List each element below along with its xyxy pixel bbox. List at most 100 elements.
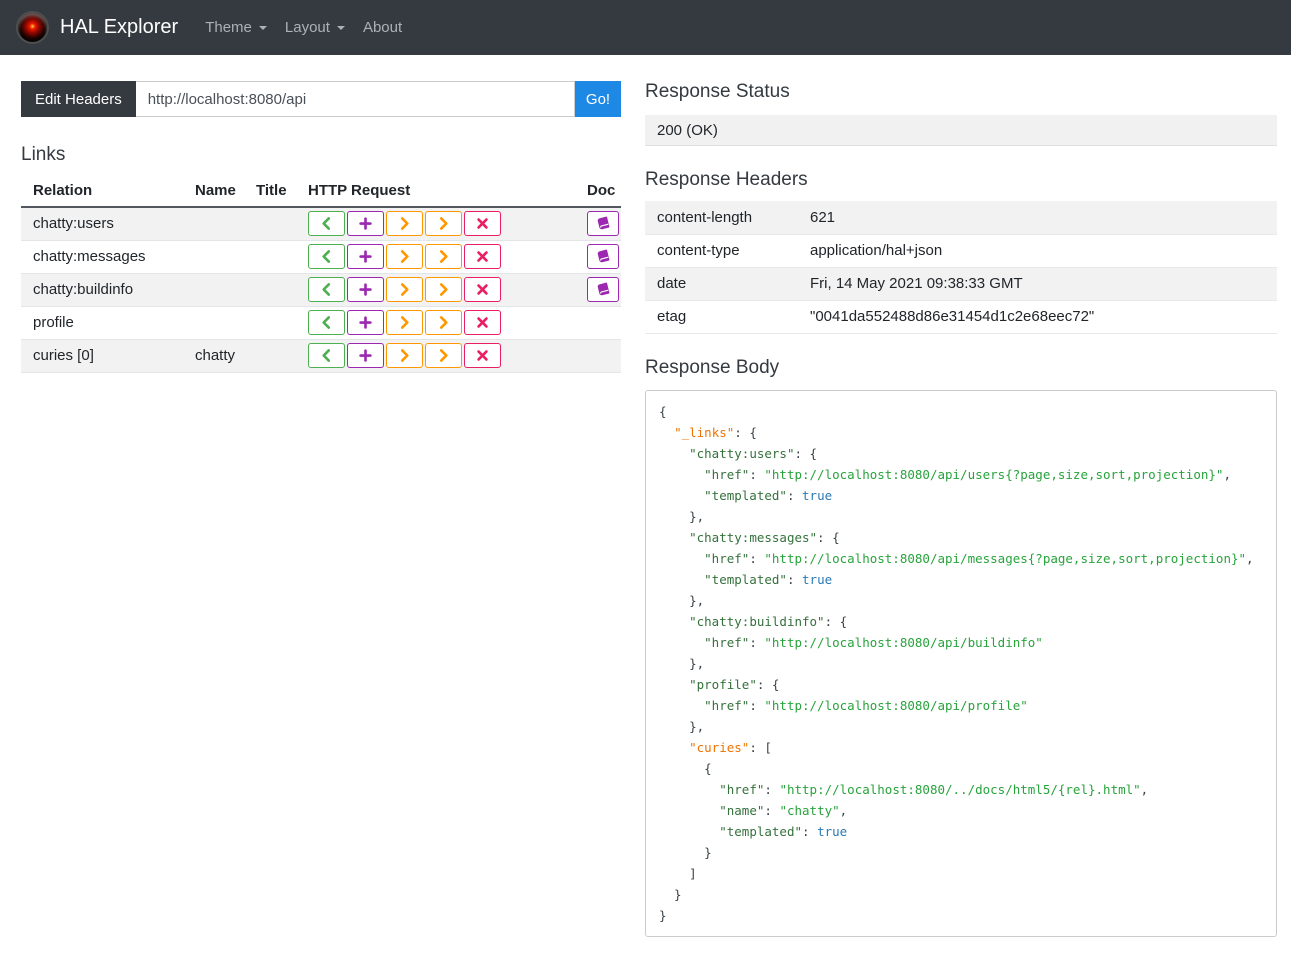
http-get-button[interactable] [308, 277, 345, 302]
name-cell [183, 272, 244, 306]
http-post-button[interactable] [347, 211, 384, 237]
chevron-right-icon [436, 216, 451, 231]
http-post-button[interactable] [347, 277, 384, 302]
edit-headers-button[interactable]: Edit Headers [21, 81, 136, 117]
http-put-button[interactable] [386, 277, 423, 302]
chevron-right-icon [436, 315, 451, 330]
header-row: content-type application/hal+json [645, 234, 1277, 268]
x-icon [475, 216, 490, 231]
http-post-button[interactable] [347, 310, 384, 335]
url-input[interactable] [135, 81, 575, 117]
http-post-button[interactable] [347, 244, 384, 269]
x-icon [475, 249, 490, 264]
http-post-button[interactable] [347, 343, 384, 368]
response-status-title: Response Status [645, 81, 790, 102]
chevron-right-icon [397, 315, 412, 330]
chevron-right-icon [397, 249, 412, 264]
http-patch-button[interactable] [425, 277, 462, 302]
chevron-down-icon [336, 25, 345, 30]
plus-icon [358, 249, 373, 264]
hal-9000-logo-icon [16, 11, 49, 44]
book-icon [596, 282, 611, 297]
column-header-name: Name [183, 175, 244, 208]
http-get-button[interactable] [308, 211, 345, 237]
response-status-value: 200 (OK) [645, 115, 1277, 146]
go-button[interactable]: Go! [575, 81, 621, 117]
nav-item-about[interactable]: About [354, 11, 411, 44]
doc-button[interactable] [587, 211, 619, 237]
doc-button[interactable] [587, 277, 619, 302]
brand-title: HAL Explorer [60, 16, 179, 38]
plus-icon [358, 315, 373, 330]
http-get-button[interactable] [308, 244, 345, 269]
chevron-right-icon [397, 348, 412, 363]
chevron-left-icon [319, 315, 334, 330]
links-table-header-row: Relation Name Title HTTP Request Doc [21, 175, 621, 208]
chevron-left-icon [319, 282, 334, 297]
nav-item-theme[interactable]: Theme [196, 11, 276, 44]
x-icon [475, 282, 490, 297]
doc-cell [575, 206, 621, 240]
response-panel: Response Status 200 (OK) Response Header… [645, 81, 1277, 937]
http-request-cell [296, 305, 575, 339]
nav-item-layout[interactable]: Layout [276, 11, 354, 44]
relation-cell: profile [21, 305, 183, 339]
url-bar: Edit Headers Go! [21, 81, 621, 117]
http-delete-button[interactable] [464, 310, 501, 335]
http-get-button[interactable] [308, 310, 345, 335]
header-row: etag "0041da552488d86e31454d1c2e68eec72" [645, 300, 1277, 334]
http-delete-button[interactable] [464, 244, 501, 269]
chevron-right-icon [397, 216, 412, 231]
table-row: profile [21, 305, 621, 339]
response-headers-table: content-length 621 content-type application… [645, 201, 1277, 334]
column-header-title: Title [244, 175, 296, 208]
table-row: chatty:messages [21, 239, 621, 273]
request-panel: Edit Headers Go! Links Relation Name Tit… [21, 81, 621, 373]
http-request-cell [296, 272, 575, 306]
plus-icon [358, 282, 373, 297]
http-delete-button[interactable] [464, 277, 501, 302]
doc-button[interactable] [587, 244, 619, 269]
http-put-button[interactable] [386, 343, 423, 368]
table-row: chatty:users [21, 206, 621, 240]
doc-cell [575, 239, 621, 273]
http-delete-button[interactable] [464, 343, 501, 368]
http-patch-button[interactable] [425, 310, 462, 335]
http-patch-button[interactable] [425, 343, 462, 368]
http-put-button[interactable] [386, 310, 423, 335]
chevron-down-icon [258, 25, 267, 30]
header-value-cell: Fri, 14 May 2021 09:38:33 GMT [798, 267, 1277, 301]
column-header-http-request: HTTP Request [296, 175, 575, 208]
relation-cell: chatty:buildinfo [21, 272, 183, 306]
header-value-cell: 621 [798, 201, 1277, 235]
column-header-doc: Doc [575, 175, 621, 208]
header-value-cell: application/hal+json [798, 234, 1277, 268]
header-name-cell: content-type [645, 234, 798, 268]
http-put-button[interactable] [386, 244, 423, 269]
title-cell [244, 206, 296, 240]
http-request-cell [296, 338, 575, 372]
column-header-relation: Relation [21, 175, 183, 208]
book-icon [596, 249, 611, 264]
nav-menu: Theme Layout About [196, 11, 411, 44]
plus-icon [358, 348, 373, 363]
title-cell [244, 272, 296, 306]
relation-cell: chatty:messages [21, 239, 183, 273]
http-delete-button[interactable] [464, 211, 501, 237]
name-cell [183, 239, 244, 273]
title-cell [244, 239, 296, 273]
http-patch-button[interactable] [425, 244, 462, 269]
chevron-right-icon [397, 282, 412, 297]
links-table-body: chatty:users chatty:messages chatty:buildi… [21, 206, 621, 372]
header-row: date Fri, 14 May 2021 09:38:33 GMT [645, 267, 1277, 301]
http-patch-button[interactable] [425, 211, 462, 237]
header-row: content-length 621 [645, 201, 1277, 235]
name-cell [183, 305, 244, 339]
relation-cell: chatty:users [21, 206, 183, 240]
http-get-button[interactable] [308, 343, 345, 368]
table-row: chatty:buildinfo [21, 272, 621, 306]
main-content: Edit Headers Go! Links Relation Name Tit… [0, 55, 1291, 953]
http-put-button[interactable] [386, 211, 423, 237]
response-body-code: { "_links": { "chatty:users": { "href": … [645, 389, 1277, 937]
relation-cell: curies [0] [21, 338, 183, 372]
